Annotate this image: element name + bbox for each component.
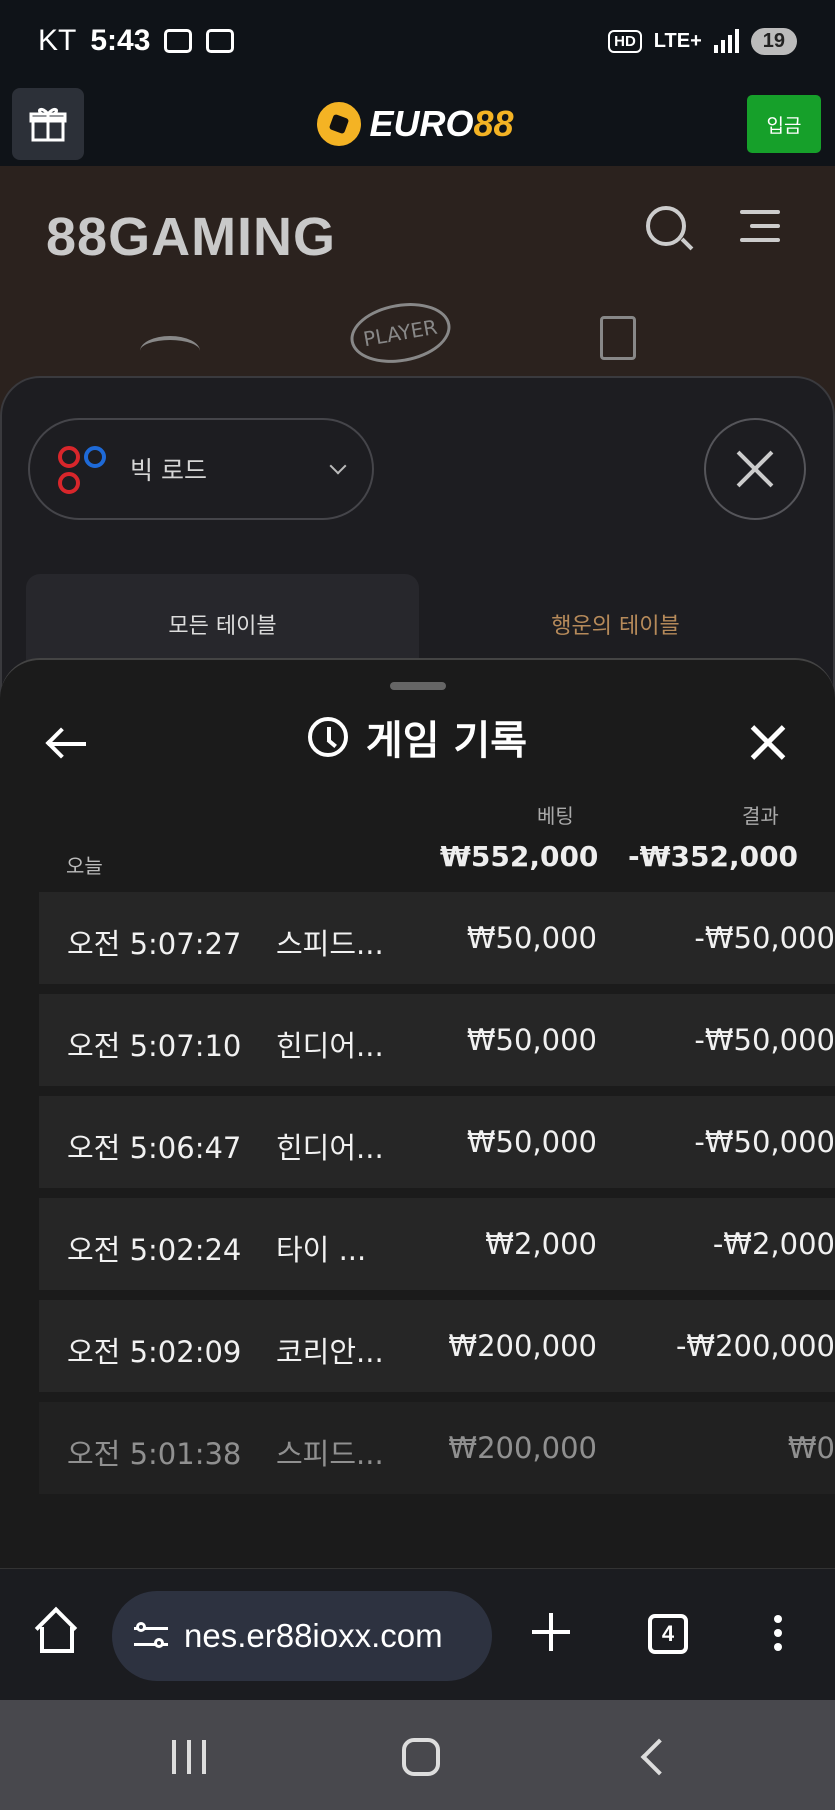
deposit-button[interactable]: 입금 xyxy=(747,95,821,153)
history-icon xyxy=(307,717,348,757)
home-button[interactable] xyxy=(34,1606,78,1653)
system-back-button[interactable] xyxy=(640,1738,678,1776)
recent-apps-button[interactable] xyxy=(172,1740,206,1774)
history-list: 오전 5:07:27 스피드... ₩50,000 -₩50,000 오전 5:… xyxy=(39,892,835,1504)
big-road-icon xyxy=(58,442,112,496)
url-text: nes.er88ioxx.com xyxy=(184,1617,443,1654)
history-row[interactable]: 오전 5:06:47 힌디어... ₩50,000 -₩50,000 xyxy=(39,1096,835,1188)
euro88-logo[interactable]: EURO88 xyxy=(317,102,514,146)
soccer-ball-icon xyxy=(317,102,362,146)
road-type-select[interactable]: 빅 로드 xyxy=(28,418,374,520)
row-time: 오전 5:07:10 xyxy=(67,1029,242,1063)
history-row[interactable]: 오전 5:01:38 스피드... ₩200,000 ₩0 xyxy=(39,1402,835,1494)
cards-icon xyxy=(600,316,636,360)
row-bet: ₩2,000 xyxy=(485,1227,597,1261)
column-header-result: 결과 xyxy=(742,804,779,828)
date-label: 오늘 xyxy=(66,854,103,878)
status-bar: KT 5:43 HD LTE+ 19 xyxy=(0,0,835,82)
row-game: 코리안... xyxy=(276,1335,384,1369)
row-game: 스피드... xyxy=(276,927,384,961)
row-game: 스피드... xyxy=(276,1437,384,1471)
history-row[interactable]: 오전 5:02:24 타이 ... ₩2,000 -₩2,000 xyxy=(39,1198,835,1290)
row-result: -₩2,000 xyxy=(712,1227,835,1261)
gift-button[interactable] xyxy=(12,88,84,160)
system-nav-bar xyxy=(0,1700,835,1810)
row-result: -₩50,000 xyxy=(694,1023,835,1057)
chevron-down-icon xyxy=(329,457,347,475)
kebab-icon xyxy=(774,1615,782,1623)
history-row[interactable]: 오전 5:02:09 코리안... ₩200,000 -₩200,000 xyxy=(39,1300,835,1392)
row-bet: ₩50,000 xyxy=(466,921,597,955)
site-header: EURO88 입금 xyxy=(0,82,835,166)
site-settings-icon[interactable] xyxy=(134,1621,168,1651)
more-options-button[interactable] xyxy=(774,1615,784,1655)
row-result: -₩50,000 xyxy=(694,1125,835,1159)
signal-icon xyxy=(713,29,739,53)
road-type-label: 빅 로드 xyxy=(130,456,207,485)
row-game: 힌디어... xyxy=(276,1029,384,1063)
row-time: 오전 5:02:24 xyxy=(67,1233,242,1267)
notification-icon xyxy=(164,29,193,53)
close-panel-button[interactable] xyxy=(704,418,806,520)
hd-voice-icon: HD xyxy=(608,29,642,53)
system-home-button[interactable] xyxy=(402,1738,440,1776)
player-badge-icon: PLAYER xyxy=(345,295,455,371)
row-bet: ₩200,000 xyxy=(448,1431,597,1465)
browser-toolbar: nes.er88ioxx.com 4 xyxy=(0,1568,835,1700)
row-bet: ₩50,000 xyxy=(466,1023,597,1057)
address-bar[interactable]: nes.er88ioxx.com xyxy=(112,1591,492,1681)
new-tab-button[interactable] xyxy=(532,1613,570,1651)
battery-indicator: 19 xyxy=(750,27,797,55)
row-time: 오전 5:02:09 xyxy=(67,1335,242,1369)
game-history-sheet: 게임 기록 베팅 결과 오늘 ₩552,000 -₩352,000 오전 5:0… xyxy=(0,658,835,1568)
close-history-button[interactable] xyxy=(746,720,790,764)
total-result: -₩352,000 xyxy=(628,840,799,873)
row-result: -₩50,000 xyxy=(694,921,835,955)
row-result: ₩0 xyxy=(787,1431,835,1465)
logo-88: 88 xyxy=(473,103,514,144)
history-row[interactable]: 오전 5:07:10 힌디어... ₩50,000 -₩50,000 xyxy=(39,994,835,1086)
row-time: 오전 5:07:27 xyxy=(67,927,242,961)
drag-handle[interactable] xyxy=(390,682,446,690)
row-game: 타이 ... xyxy=(276,1233,367,1267)
screenshot-icon xyxy=(206,29,235,53)
88gaming-logo[interactable]: 88GAMING xyxy=(46,206,336,268)
logo-euro: EURO xyxy=(369,103,474,144)
column-header-bet: 베팅 xyxy=(537,804,574,828)
korean-flag-icon xyxy=(140,336,200,366)
network-type: LTE+ xyxy=(653,29,702,52)
row-bet: ₩200,000 xyxy=(448,1329,597,1363)
carrier-label: KT xyxy=(38,24,77,57)
menu-icon[interactable] xyxy=(740,210,780,252)
row-bet: ₩50,000 xyxy=(466,1125,597,1159)
total-bet: ₩552,000 xyxy=(440,840,599,873)
row-time: 오전 5:06:47 xyxy=(67,1131,242,1165)
row-game: 힌디어... xyxy=(276,1131,384,1165)
history-title: 게임 기록 xyxy=(365,718,528,764)
gift-icon xyxy=(29,107,67,142)
history-title-bar: 게임 기록 xyxy=(0,708,835,766)
search-icon[interactable] xyxy=(646,206,686,246)
history-row[interactable]: 오전 5:07:27 스피드... ₩50,000 -₩50,000 xyxy=(39,892,835,984)
clock: 5:43 xyxy=(90,24,151,57)
row-result: -₩200,000 xyxy=(675,1329,835,1363)
tab-switcher-button[interactable]: 4 xyxy=(648,1614,688,1654)
row-time: 오전 5:01:38 xyxy=(67,1437,242,1471)
